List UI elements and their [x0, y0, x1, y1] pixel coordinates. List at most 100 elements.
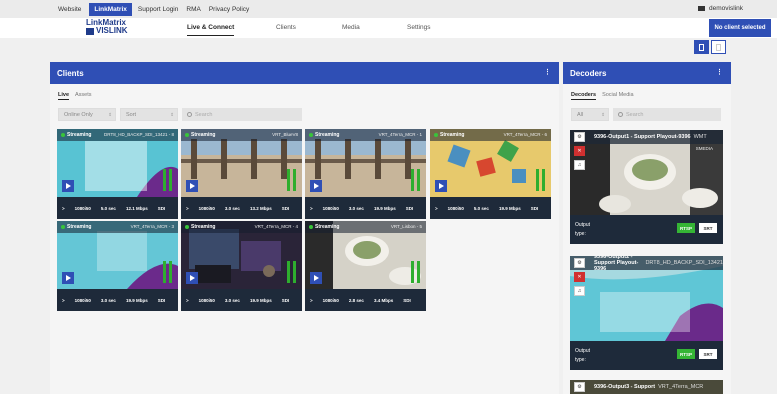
client-card[interactable]: Streaming DRT8_HD_BACKP_SDI_13421 - 8 >108…: [57, 129, 178, 219]
client-stats: >1080i50 5.0 sec 19.9 Mbps SDI: [430, 197, 551, 219]
audio-button[interactable]: ♫: [574, 286, 585, 296]
kebab-icon[interactable]: ⋮: [716, 68, 723, 76]
decoder-card[interactable]: 9396-Output3 - Support VRT_4Terra_MCR ⚙: [570, 380, 723, 394]
interface: SDI: [157, 297, 166, 303]
output-label: Output: [575, 348, 591, 354]
user-menu[interactable]: demovislink: [698, 5, 743, 12]
play-button[interactable]: [310, 272, 322, 284]
decoders-search-input[interactable]: Search: [613, 108, 721, 121]
decoder-filter-select[interactable]: All ⇕: [571, 108, 609, 121]
music-icon: ♫: [577, 288, 582, 294]
tab-decoders[interactable]: Decoders: [571, 92, 597, 100]
client-card[interactable]: Streaming VRT_BlueV8 >1080i50 3.0 sec 13.2 M…: [181, 129, 302, 219]
srt-button[interactable]: SRT: [699, 349, 717, 359]
status-text: Streaming: [67, 224, 92, 230]
client-card[interactable]: Streaming VRT_4Terra_MCR - 6 >1080i50 5.0 s…: [430, 129, 551, 219]
client-card[interactable]: Streaming VRT_Lisbon - 5 >1080i50 2.8 sec 3.…: [305, 221, 426, 311]
latency: 3.0 sec: [224, 205, 240, 211]
link-rma[interactable]: RMA: [186, 6, 200, 13]
client-name: VRT_BlueV8: [272, 132, 298, 137]
resolution: 1080i50: [74, 205, 91, 211]
expand-chevron-icon[interactable]: >: [310, 206, 313, 211]
music-icon: ♫: [577, 162, 582, 168]
tab-live-connect[interactable]: Live & Connect: [187, 24, 235, 36]
streaming-status: Streaming: [309, 224, 339, 230]
client-card[interactable]: Streaming VRT_4Terra_MCR - 3 >1080i50 3.0 s…: [57, 221, 178, 311]
sort-select[interactable]: Sort ⇕: [120, 108, 178, 121]
online-filter-select[interactable]: Online Only ⇕: [58, 108, 116, 121]
grid-view-button[interactable]: [711, 40, 726, 54]
clients-search-input[interactable]: Search: [182, 108, 302, 121]
search-icon: [618, 112, 623, 117]
play-button[interactable]: [435, 180, 447, 192]
tab-assets[interactable]: Assets: [75, 92, 92, 100]
decoder-settings-button[interactable]: ⚙: [574, 132, 585, 142]
play-button[interactable]: [62, 272, 74, 284]
link-support-login[interactable]: Support Login: [138, 6, 178, 13]
expand-chevron-icon[interactable]: >: [435, 206, 438, 211]
decoder-card[interactable]: 9396-Output1 - Support Playout-9396 WMT S…: [570, 130, 723, 244]
decoder-footer: Output type: RTSP SRT: [570, 215, 723, 244]
play-button[interactable]: [62, 180, 74, 192]
decoder-title: 9396-Output1 - Support Playout-9396 WMT: [570, 130, 723, 144]
resolution: 1080i50: [322, 205, 339, 211]
interface: SDI: [157, 205, 166, 211]
decoder-card[interactable]: 9396-Output2 - Support Playout-9396 DRT8_…: [570, 256, 723, 370]
resolution: 1080i50: [447, 205, 464, 211]
tab-clients[interactable]: Clients: [276, 24, 296, 31]
disconnect-button[interactable]: ✕: [574, 146, 585, 156]
status-dot-icon: [309, 225, 313, 229]
play-button[interactable]: [186, 272, 198, 284]
client-stats: >1080i50 3.0 sec 19.9 Mbps SDI: [305, 197, 426, 219]
decoder-settings-button[interactable]: ⚙: [574, 258, 585, 268]
link-linkmatrix[interactable]: LinkMatrix: [89, 2, 132, 16]
rtsp-button[interactable]: RTSP: [677, 349, 695, 359]
kebab-icon[interactable]: ⋮: [544, 68, 551, 76]
audio-meter: [411, 261, 414, 283]
client-card[interactable]: Streaming VRT_4Terra_MCR - 1 >1080i50 3.0 s…: [305, 129, 426, 219]
decoders-filters: All ⇕ Search: [563, 100, 731, 121]
type-label: type:: [575, 231, 586, 237]
audio-meter: [293, 261, 296, 283]
logo[interactable]: LinkMatrix VISLINK: [86, 19, 130, 35]
bitrate: 19.9 Mbps: [373, 205, 396, 211]
decoders-subtabs: Decoders Social Media: [563, 84, 731, 100]
resolution: 1080i50: [198, 297, 215, 303]
link-privacy-policy[interactable]: Privacy Policy: [209, 6, 249, 13]
streaming-status: Streaming: [61, 224, 91, 230]
gear-icon: ⚙: [577, 134, 582, 140]
audio-meter: [287, 169, 290, 191]
status-dot-icon: [185, 225, 189, 229]
expand-chevron-icon[interactable]: >: [186, 206, 189, 211]
columns-icon: [699, 43, 704, 51]
decoder-settings-button[interactable]: ⚙: [574, 382, 585, 392]
disconnect-button[interactable]: ✕: [574, 272, 585, 282]
expand-chevron-icon[interactable]: >: [62, 206, 65, 211]
client-card[interactable]: Streaming VRT_4Terra_MCR - 4 >1080i50 3.0 s…: [181, 221, 302, 311]
play-button[interactable]: [310, 180, 322, 192]
tab-settings[interactable]: Settings: [407, 24, 431, 31]
client-stats: >1080i50 2.8 sec 3.4 Mbps SDI: [305, 289, 426, 311]
tab-media[interactable]: Media: [342, 24, 360, 31]
rtsp-button[interactable]: RTSP: [677, 223, 695, 233]
link-website[interactable]: Website: [58, 6, 81, 13]
expand-chevron-icon[interactable]: >: [186, 298, 189, 303]
expand-chevron-icon[interactable]: >: [310, 298, 313, 303]
no-client-selected-badge[interactable]: No client selected: [709, 19, 771, 37]
streaming-status: Streaming: [309, 132, 339, 138]
tab-live[interactable]: Live: [58, 92, 70, 100]
srt-button[interactable]: SRT: [699, 223, 717, 233]
split-view-button[interactable]: [694, 40, 709, 54]
client-stats: >1080i50 3.0 sec 13.2 Mbps SDI: [181, 197, 302, 219]
client-name: VRT_4Terra_MCR - 3: [130, 224, 174, 229]
clients-header: Clients ⋮: [50, 62, 559, 84]
logo-line-2: VISLINK: [96, 26, 128, 35]
audio-button[interactable]: ♫: [574, 160, 585, 170]
play-button[interactable]: [186, 180, 198, 192]
interface: SDI: [530, 205, 539, 211]
bitrate: 3.4 Mbps: [373, 297, 394, 303]
tab-social-media[interactable]: Social Media: [602, 92, 634, 100]
decoder-footer: Output type: RTSP SRT: [570, 341, 723, 370]
streaming-status: Streaming: [434, 132, 464, 138]
expand-chevron-icon[interactable]: >: [62, 298, 65, 303]
